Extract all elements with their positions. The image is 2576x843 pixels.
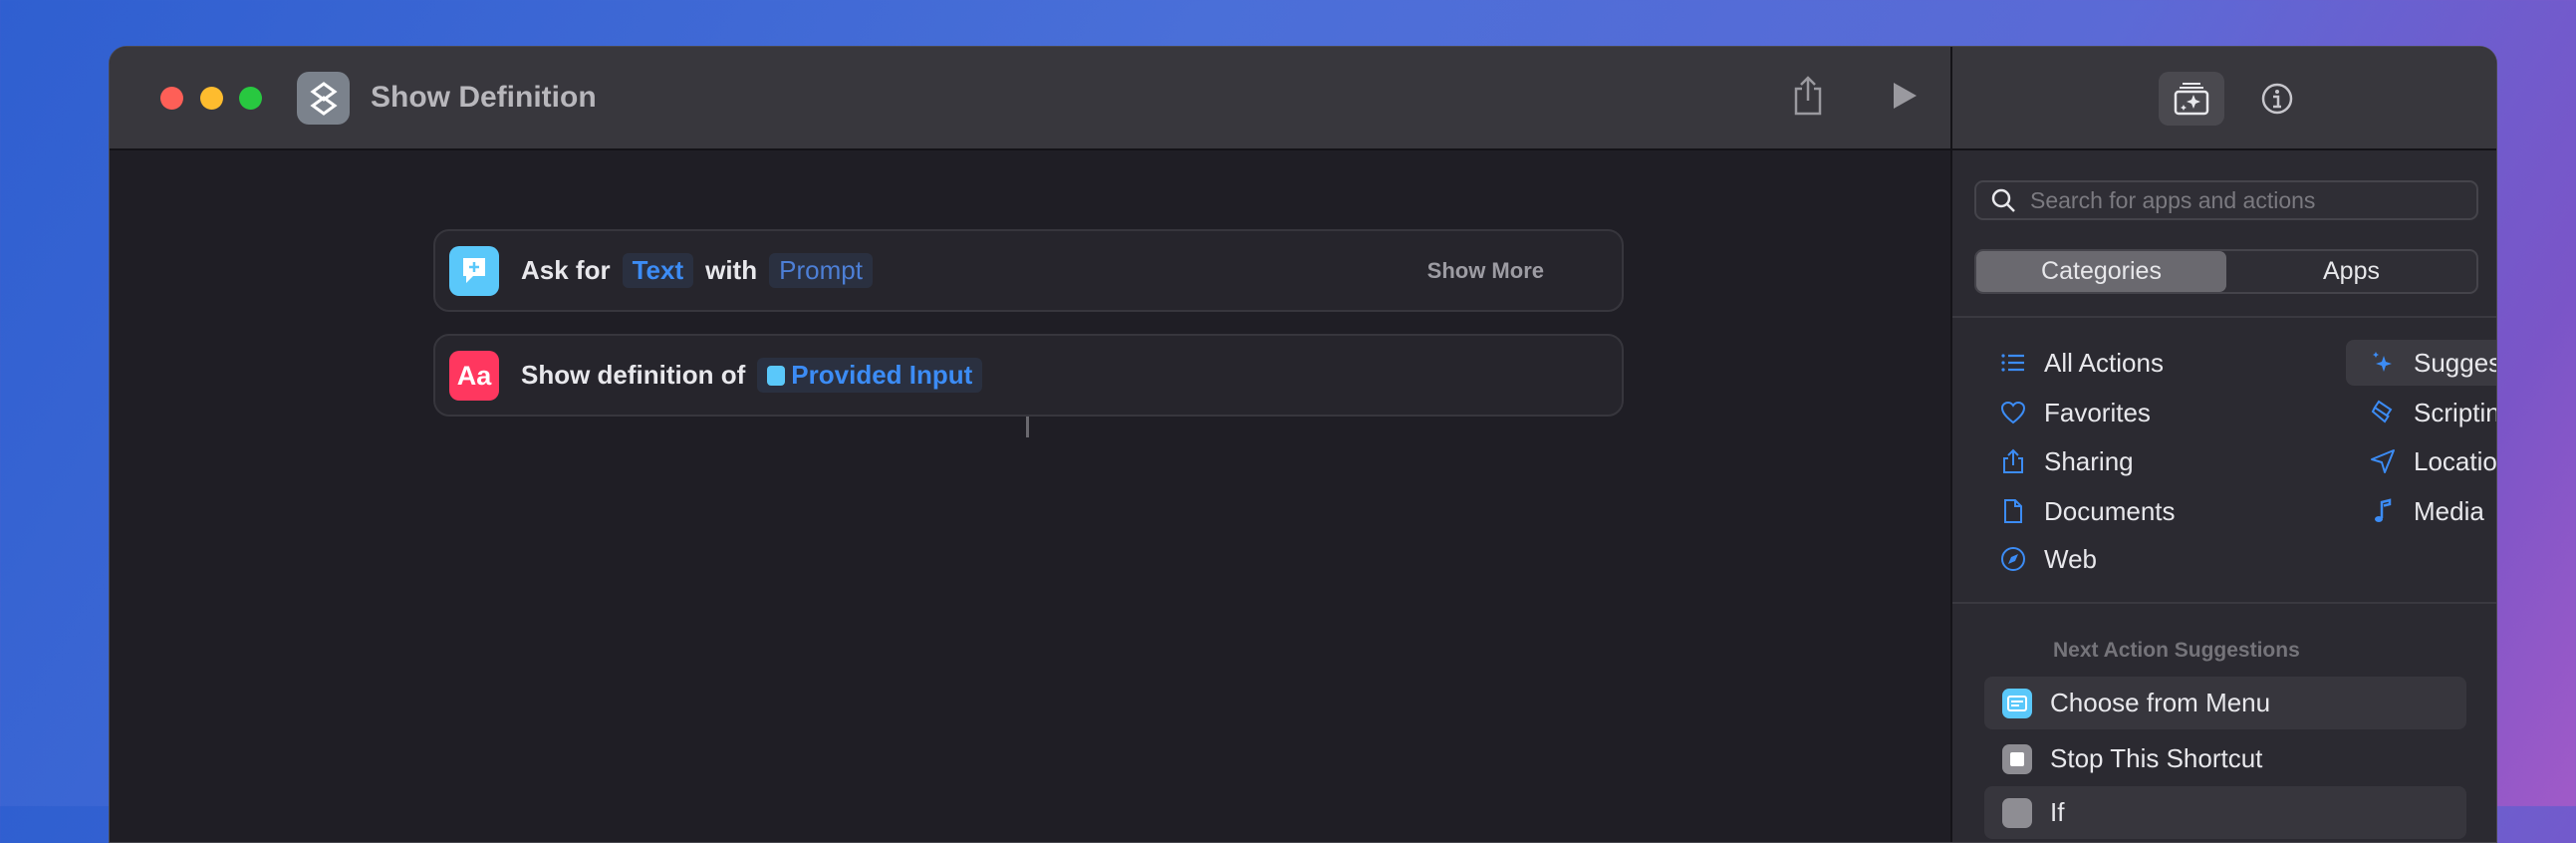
category-location[interactable]: Location — [2358, 438, 2497, 484]
suggestion-label: Stop This Shortcut — [2050, 743, 2263, 773]
suggestion-stop-this-shortcut[interactable]: Stop This Shortcut — [1984, 732, 2466, 785]
ask-for-input-icon — [449, 246, 499, 296]
category-favorites[interactable]: Favorites — [1988, 390, 2151, 435]
category-label: Web — [2044, 543, 2097, 574]
category-label: Sharing — [2044, 445, 2134, 476]
compass-icon — [2001, 547, 2025, 571]
category-all-actions[interactable]: All Actions — [1988, 340, 2164, 386]
shortcuts-window: Show Definition Ask for Text with Prompt… — [109, 46, 2497, 843]
divider — [1952, 316, 2496, 318]
info-icon — [2261, 83, 2293, 115]
sparkles-icon — [2373, 352, 2392, 372]
category-label: Suggestions — [2414, 347, 2496, 378]
tab-categories[interactable]: Categories — [1976, 251, 2226, 292]
action-label: Ask for — [521, 255, 611, 285]
window-title[interactable]: Show Definition — [371, 81, 597, 115]
category-label: Media — [2414, 495, 2484, 526]
info-button[interactable] — [2244, 72, 2310, 126]
category-documents[interactable]: Documents — [1988, 488, 2176, 534]
category-label: Favorites — [2044, 397, 2151, 427]
library-segmented-control: Categories Apps — [1974, 249, 2478, 294]
category-label: Documents — [2044, 495, 2176, 526]
heart-icon — [2000, 401, 2026, 424]
list-icon — [2001, 354, 2024, 372]
action-ask-for-input[interactable]: Ask for Text with Prompt Show More — [433, 229, 1624, 312]
category-label: All Actions — [2044, 347, 2164, 378]
menu-icon — [2002, 688, 2032, 718]
tab-apps[interactable]: Apps — [2226, 251, 2476, 292]
search-input[interactable] — [2030, 186, 2468, 214]
editor-canvas: Ask for Text with Prompt Show More Aa Sh… — [110, 150, 1950, 842]
action-connector — [1026, 416, 1029, 437]
action-label: Show definition of — [521, 360, 746, 390]
category-media[interactable]: Media — [2358, 488, 2484, 534]
scroll-icon — [2371, 400, 2393, 423]
dictionary-icon: Aa — [449, 351, 499, 401]
category-suggestions[interactable]: Suggestions — [2346, 340, 2496, 386]
provided-input-token[interactable]: Provided Input — [757, 358, 983, 393]
suggestion-label: Choose from Menu — [2050, 688, 2271, 717]
music-note-icon — [2375, 498, 2392, 522]
action-label: with — [705, 255, 758, 285]
stop-icon — [2002, 743, 2032, 774]
show-more-button[interactable]: Show More — [1427, 258, 1544, 284]
category-sharing[interactable]: Sharing — [1988, 438, 2134, 484]
share-icon — [2003, 448, 2023, 473]
shortcut-icon[interactable] — [297, 72, 350, 125]
close-button[interactable] — [160, 87, 183, 110]
actions-sidebar: Categories Apps All Actions Favorites Sh… — [1950, 47, 2497, 842]
action-search[interactable] — [1974, 180, 2478, 220]
input-variable-icon — [767, 365, 786, 386]
category-label: Scripting — [2414, 397, 2496, 427]
title-bar: Show Definition — [110, 47, 1950, 150]
suggestion-if[interactable]: If — [1984, 786, 2466, 839]
document-icon — [2004, 499, 2022, 523]
zoom-button[interactable] — [239, 87, 262, 110]
search-icon — [1991, 188, 2015, 212]
action-library-button[interactable] — [2159, 72, 2224, 126]
action-show-definition[interactable]: Aa Show definition of Provided Input — [433, 334, 1624, 417]
next-action-suggestions-header: Next Action Suggestions — [2053, 639, 2300, 662]
category-scripting[interactable]: Scripting — [2358, 390, 2496, 435]
suggestion-label: If — [2050, 797, 2065, 827]
library-sparkle-icon — [2174, 83, 2209, 116]
divider — [1952, 602, 2496, 604]
play-icon[interactable] — [1891, 81, 1919, 116]
input-type-token[interactable]: Text — [622, 253, 694, 288]
token-label: Provided Input — [791, 360, 973, 390]
location-arrow-icon — [2371, 449, 2395, 473]
category-web[interactable]: Web — [1988, 536, 2097, 582]
prompt-token[interactable]: Prompt — [769, 253, 873, 288]
suggestion-choose-from-menu[interactable]: Choose from Menu — [1984, 677, 2466, 729]
if-icon — [2002, 797, 2032, 828]
category-label: Location — [2414, 445, 2497, 476]
share-icon[interactable] — [1791, 75, 1825, 122]
minimize-button[interactable] — [200, 87, 223, 110]
